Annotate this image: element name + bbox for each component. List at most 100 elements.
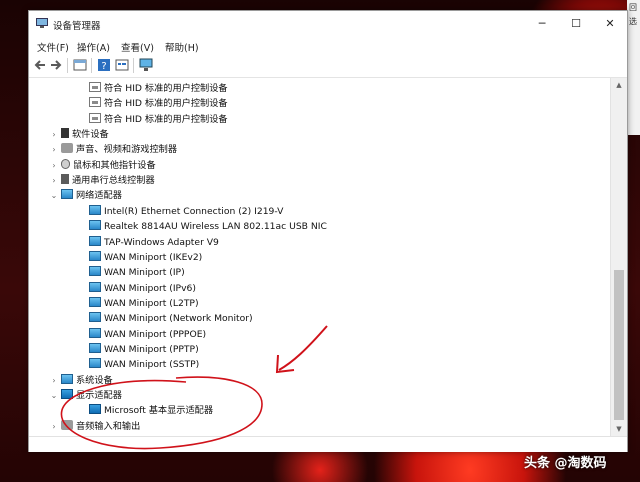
network-adapter-icon: [89, 235, 101, 246]
tree-row[interactable]: › 软件设备: [49, 127, 109, 142]
expand-chevron-icon[interactable]: ›: [49, 419, 59, 434]
tree-row[interactable]: ⌄ 显示适配器: [49, 388, 122, 403]
tree-row[interactable]: WAN Miniport (IP): [77, 265, 185, 280]
tree-row-label: 音频输入和输出: [76, 420, 141, 432]
horizontal-scrollbar[interactable]: [29, 436, 627, 452]
network-adapter-icon: [89, 296, 101, 307]
tree-row[interactable]: WAN Miniport (IKEv2): [77, 250, 202, 265]
properties-window-icon[interactable]: [73, 58, 87, 72]
device-manager-window: 设备管理器 ─ ☐ ✕ 文件(F) 操作(A) 查看(V) 帮助(H) ? 符合…: [28, 10, 628, 452]
tree-row[interactable]: WAN Miniport (SSTP): [77, 357, 199, 372]
tree-row-label: WAN Miniport (SSTP): [104, 359, 200, 371]
toolbar-separator: [133, 58, 134, 73]
tree-row[interactable]: 符合 HID 标准的用户控制设备: [77, 112, 228, 127]
maximize-button[interactable]: ☐: [559, 11, 593, 37]
menu-help[interactable]: 帮助(H): [165, 40, 199, 54]
tree-row[interactable]: › 声音、视频和游戏控制器: [49, 142, 177, 157]
hid-device-icon: [89, 112, 101, 123]
collapse-chevron-icon[interactable]: ⌄: [49, 388, 59, 403]
tree-row-label: WAN Miniport (PPTP): [104, 343, 199, 355]
tree-row-label: WAN Miniport (L2TP): [104, 297, 199, 309]
expand-chevron-icon[interactable]: ›: [49, 173, 59, 188]
tree-row[interactable]: 符合 HID 标准的用户控制设备: [77, 96, 228, 111]
tree-row-label: WAN Miniport (IKEv2): [104, 251, 203, 263]
tree-row[interactable]: WAN Miniport (IPv6): [77, 281, 196, 296]
tree-row-label: 显示适配器: [76, 390, 122, 401]
scan-hardware-icon[interactable]: [139, 58, 153, 72]
collapse-chevron-icon[interactable]: ⌄: [49, 188, 59, 203]
tree-row[interactable]: WAN Miniport (Network Monitor): [77, 311, 253, 326]
menu-bar: 文件(F) 操作(A) 查看(V) 帮助(H): [29, 37, 627, 55]
title-bar[interactable]: 设备管理器 ─ ☐ ✕: [29, 11, 627, 37]
tree-row[interactable]: Realtek 8814AU Wireless LAN 802.11ac USB…: [77, 219, 327, 234]
menu-file[interactable]: 文件(F): [37, 40, 69, 54]
tree-row[interactable]: WAN Miniport (PPTP): [77, 342, 199, 357]
tree-row-label: 鼠标和其他指针设备: [73, 159, 156, 171]
background-window-edge: 回 选: [627, 0, 640, 135]
display-adapter-icon: [89, 404, 101, 415]
tree-row-label: 通用串行总线控制器: [72, 175, 155, 187]
network-adapter-icon: [61, 189, 73, 200]
network-adapter-icon: [89, 312, 101, 323]
close-button[interactable]: ✕: [593, 11, 627, 37]
mouse-icon: [61, 158, 70, 169]
device-manager-icon: [36, 18, 48, 28]
tree-row-label: 符合 HID 标准的用户控制设备: [104, 83, 228, 94]
svg-text:?: ?: [101, 61, 106, 72]
tree-row-label: WAN Miniport (IPv6): [104, 282, 196, 294]
view-list-icon[interactable]: [115, 58, 129, 72]
background-window-text: 选: [629, 17, 637, 26]
network-adapter-icon: [89, 204, 101, 215]
network-adapter-icon: [89, 281, 101, 292]
sound-icon: [61, 143, 73, 154]
hid-device-icon: [89, 82, 101, 92]
scroll-up-icon[interactable]: ▲: [611, 78, 627, 92]
tree-row-label: TAP-Windows Adapter V9: [104, 236, 219, 248]
tree-row[interactable]: › 音频输入和输出: [49, 419, 140, 434]
network-adapter-icon: [89, 327, 101, 338]
device-tree: 符合 HID 标准的用户控制设备 符合 HID 标准的用户控制设备 符合 HID 标…: [29, 78, 611, 436]
tree-row[interactable]: Intel(R) Ethernet Connection (2) I219-V: [77, 204, 283, 219]
tree-row[interactable]: WAN Miniport (L2TP): [77, 296, 199, 311]
help-icon[interactable]: ?: [97, 58, 111, 72]
tree-row-label: WAN Miniport (IP): [104, 267, 185, 279]
usb-icon: [61, 174, 69, 185]
scroll-down-icon[interactable]: ▼: [611, 422, 627, 436]
tree-row[interactable]: ⌄ 网络适配器: [49, 188, 122, 203]
back-arrow-icon[interactable]: [33, 58, 47, 72]
window-title: 设备管理器: [53, 21, 101, 32]
background-window-text: 回: [629, 3, 637, 12]
expand-chevron-icon[interactable]: ›: [49, 127, 59, 142]
network-adapter-icon: [89, 220, 101, 231]
tree-row-label: 符合 HID 标准的用户控制设备: [104, 98, 228, 110]
tree-row[interactable]: › 鼠标和其他指针设备: [49, 158, 156, 173]
tree-row[interactable]: 符合 HID 标准的用户控制设备: [77, 81, 228, 96]
forward-arrow-icon[interactable]: [49, 58, 63, 72]
menu-view[interactable]: 查看(V): [121, 40, 154, 54]
display-adapter-icon: [61, 389, 73, 399]
network-adapter-icon: [89, 358, 101, 369]
tree-row[interactable]: TAP-Windows Adapter V9: [77, 235, 219, 250]
menu-action[interactable]: 操作(A): [77, 40, 110, 54]
vertical-scrollbar[interactable]: ▲ ▼: [610, 78, 627, 436]
tree-row[interactable]: Microsoft 基本显示适配器: [77, 403, 213, 418]
tree-row-label: 软件设备: [72, 129, 109, 141]
tree-row[interactable]: › 通用串行总线控制器: [49, 173, 155, 188]
software-device-icon: [61, 128, 69, 139]
tree-row-label: WAN Miniport (PPPOE): [104, 328, 207, 340]
minimize-button[interactable]: ─: [525, 11, 559, 37]
tree-row-label: 符合 HID 标准的用户控制设备: [104, 113, 228, 125]
scrollbar-thumb[interactable]: [614, 270, 624, 420]
hid-device-icon: [89, 97, 101, 108]
tree-row-label: Intel(R) Ethernet Connection (2) I219-V: [104, 205, 284, 217]
network-adapter-icon: [89, 342, 101, 353]
tree-row-label: 声音、视频和游戏控制器: [76, 144, 178, 156]
expand-chevron-icon[interactable]: ›: [49, 373, 59, 388]
expand-chevron-icon[interactable]: ›: [49, 158, 59, 173]
tree-row[interactable]: › 系统设备: [49, 373, 113, 388]
tree-row[interactable]: WAN Miniport (PPPOE): [77, 327, 206, 342]
audio-io-icon: [61, 419, 73, 430]
tree-row-label: Microsoft 基本显示适配器: [104, 405, 214, 417]
toolbar-separator: [67, 58, 68, 73]
expand-chevron-icon[interactable]: ›: [49, 142, 59, 157]
